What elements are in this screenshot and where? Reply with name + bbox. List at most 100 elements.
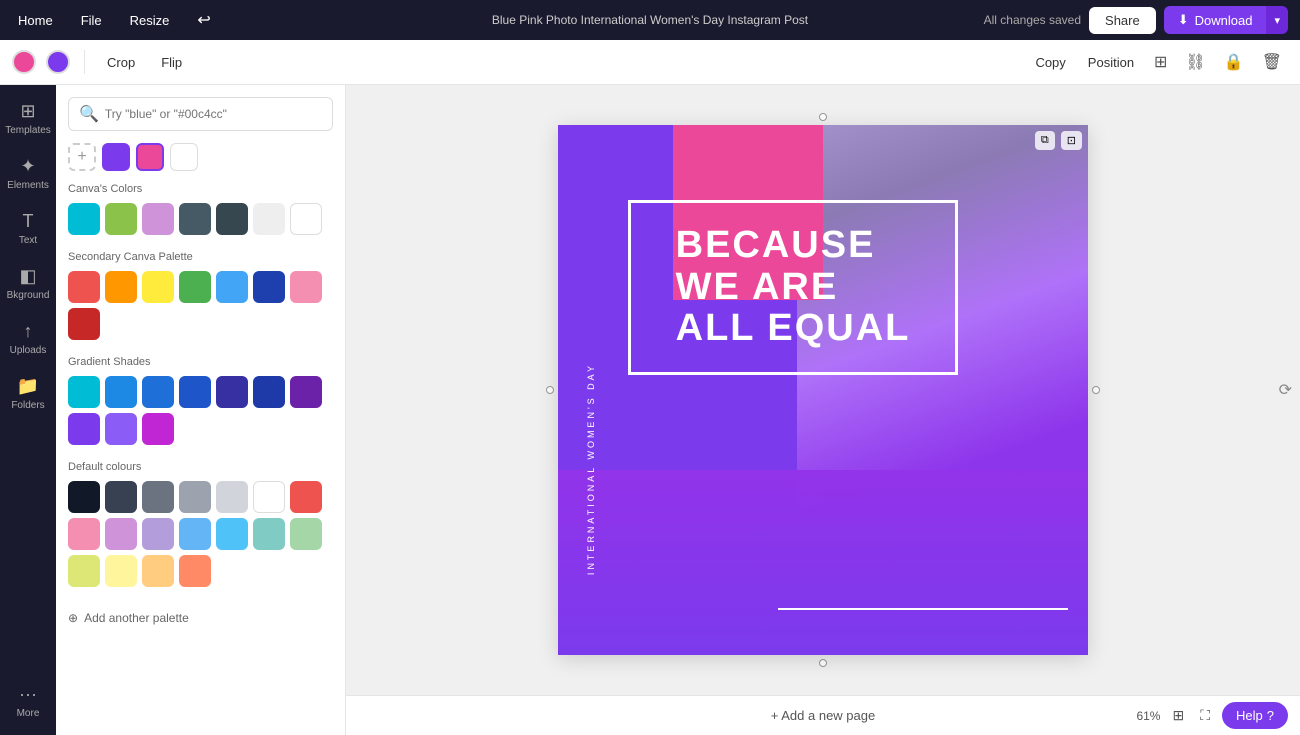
sidebar-item-background[interactable]: ◧ Bkground — [4, 258, 52, 309]
canva-color-green[interactable] — [105, 203, 137, 235]
flip-button[interactable]: Flip — [153, 51, 190, 74]
lock-icon-button[interactable]: 🔒 — [1218, 48, 1250, 76]
def-color-green[interactable] — [290, 518, 322, 550]
recent-color-pink[interactable] — [136, 143, 164, 171]
fullscreen-button[interactable]: ⛶ — [1196, 705, 1214, 726]
canva-color-teal[interactable] — [68, 203, 100, 235]
top-navigation: Home File Resize ↩ Blue Pink Photo Inter… — [0, 0, 1300, 40]
def-color-violet[interactable] — [105, 518, 137, 550]
sidebar-item-elements[interactable]: ✦ Elements — [4, 148, 52, 199]
document-title: Blue Pink Photo International Women's Da… — [492, 13, 808, 27]
add-palette-label: Add another palette — [84, 611, 189, 625]
zoom-grid-button[interactable]: ⊞ — [1168, 705, 1188, 726]
color-swatch-purple[interactable] — [46, 50, 70, 74]
grad-color-6[interactable] — [253, 376, 285, 408]
canva-color-darkslate[interactable] — [216, 203, 248, 235]
position-button[interactable]: Position — [1080, 51, 1142, 74]
def-color-salmon[interactable] — [179, 555, 211, 587]
canva-color-lightgray[interactable] — [253, 203, 285, 235]
search-icon: 🔍 — [79, 104, 99, 124]
chain-icon-button[interactable]: ⛓ — [1179, 48, 1211, 76]
nav-resize-button[interactable]: Resize — [124, 9, 176, 32]
grid-icon-button[interactable]: ⊞ — [1148, 48, 1173, 76]
def-color-yellow[interactable] — [105, 555, 137, 587]
canvas-handle-left[interactable] — [546, 386, 554, 394]
secondary-palette-title: Secondary Canva Palette — [68, 251, 333, 263]
text-box-element[interactable]: BECAUSE WE ARE ALL EQUAL — [628, 200, 958, 375]
canvas-duplicate-icon[interactable]: ⊡ — [1061, 131, 1082, 150]
canvas-copy-icon[interactable]: ⧉ — [1035, 131, 1055, 150]
color-search-bar[interactable]: 🔍 — [68, 97, 333, 131]
def-color-teal[interactable] — [253, 518, 285, 550]
grad-color-5[interactable] — [216, 376, 248, 408]
def-color-lightgray[interactable] — [216, 481, 248, 513]
sec-color-orange[interactable] — [105, 271, 137, 303]
color-search-input[interactable] — [105, 107, 322, 121]
def-color-white[interactable] — [253, 481, 285, 513]
sidebar-item-templates[interactable]: ⊞ Templates — [4, 93, 52, 144]
grad-color-4[interactable] — [179, 376, 211, 408]
canvas-handle-right[interactable] — [1092, 386, 1100, 394]
canva-color-white[interactable] — [290, 203, 322, 235]
design-canvas[interactable]: BECAUSE WE ARE ALL EQUAL INTERNATIONAL W… — [558, 125, 1088, 655]
crop-button[interactable]: Crop — [99, 51, 143, 74]
def-color-purple[interactable] — [142, 518, 174, 550]
grad-color-7[interactable] — [290, 376, 322, 408]
def-color-lime[interactable] — [68, 555, 100, 587]
bottom-bar: + Add a new page 61% ⊞ ⛶ Help ? — [346, 695, 1300, 735]
download-arrow-button[interactable]: ▾ — [1266, 6, 1288, 34]
def-color-black[interactable] — [68, 481, 100, 513]
canvas-scroll[interactable]: BECAUSE WE ARE ALL EQUAL INTERNATIONAL W… — [346, 85, 1300, 695]
nav-file-button[interactable]: File — [75, 9, 108, 32]
grad-color-9[interactable] — [105, 413, 137, 445]
def-color-gray[interactable] — [142, 481, 174, 513]
sec-color-blue[interactable] — [216, 271, 248, 303]
refresh-icon-button[interactable]: ⟳ — [1279, 380, 1292, 400]
grad-color-1[interactable] — [68, 376, 100, 408]
share-button[interactable]: Share — [1089, 7, 1156, 34]
sidebar-label-elements: Elements — [7, 180, 49, 191]
canva-color-slate[interactable] — [179, 203, 211, 235]
color-swatch-pink[interactable] — [12, 50, 36, 74]
def-color-blue[interactable] — [179, 518, 211, 550]
add-palette-button[interactable]: ⊕ Add another palette — [68, 603, 333, 633]
gradient-shades-title: Gradient Shades — [68, 356, 333, 368]
def-color-peach[interactable] — [142, 555, 174, 587]
trash-icon-button[interactable]: 🗑 — [1256, 48, 1288, 76]
recent-color-white[interactable] — [170, 143, 198, 171]
help-button[interactable]: Help ? — [1222, 702, 1288, 729]
sidebar-item-text[interactable]: T Text — [4, 203, 52, 254]
def-color-skyblue[interactable] — [216, 518, 248, 550]
sec-color-red[interactable] — [68, 271, 100, 303]
copy-button[interactable]: Copy — [1027, 51, 1073, 74]
def-color-pink[interactable] — [68, 518, 100, 550]
secondary-colors-grid — [68, 271, 333, 340]
canvas-handle-top[interactable] — [819, 113, 827, 121]
add-color-button[interactable]: + — [68, 143, 96, 171]
canva-color-lavender[interactable] — [142, 203, 174, 235]
grad-color-3[interactable] — [142, 376, 174, 408]
nav-home-button[interactable]: Home — [12, 9, 59, 32]
add-page-button[interactable]: + Add a new page — [771, 708, 875, 723]
sidebar-item-folders[interactable]: 📁 Folders — [4, 368, 52, 419]
def-color-darkgray[interactable] — [105, 481, 137, 513]
grad-color-8[interactable] — [68, 413, 100, 445]
sec-color-green[interactable] — [179, 271, 211, 303]
white-line-element — [778, 608, 1068, 610]
sec-color-darkred[interactable] — [68, 308, 100, 340]
def-color-red[interactable] — [290, 481, 322, 513]
canvas-handle-bottom[interactable] — [819, 659, 827, 667]
download-button[interactable]: ⬇ Download — [1164, 6, 1267, 34]
undo-button[interactable]: ↩ — [191, 6, 216, 34]
download-icon: ⬇ — [1178, 12, 1189, 28]
sidebar-item-uploads[interactable]: ↑ Uploads — [4, 313, 52, 364]
grad-color-2[interactable] — [105, 376, 137, 408]
sec-color-darkblue[interactable] — [253, 271, 285, 303]
sidebar-item-more[interactable]: ··· More — [4, 676, 52, 727]
grad-color-10[interactable] — [142, 413, 174, 445]
def-color-medgray[interactable] — [179, 481, 211, 513]
sec-color-yellow[interactable] — [142, 271, 174, 303]
recent-color-purple[interactable] — [102, 143, 130, 171]
sidebar-label-text: Text — [19, 235, 37, 246]
sec-color-hotpink[interactable] — [290, 271, 322, 303]
